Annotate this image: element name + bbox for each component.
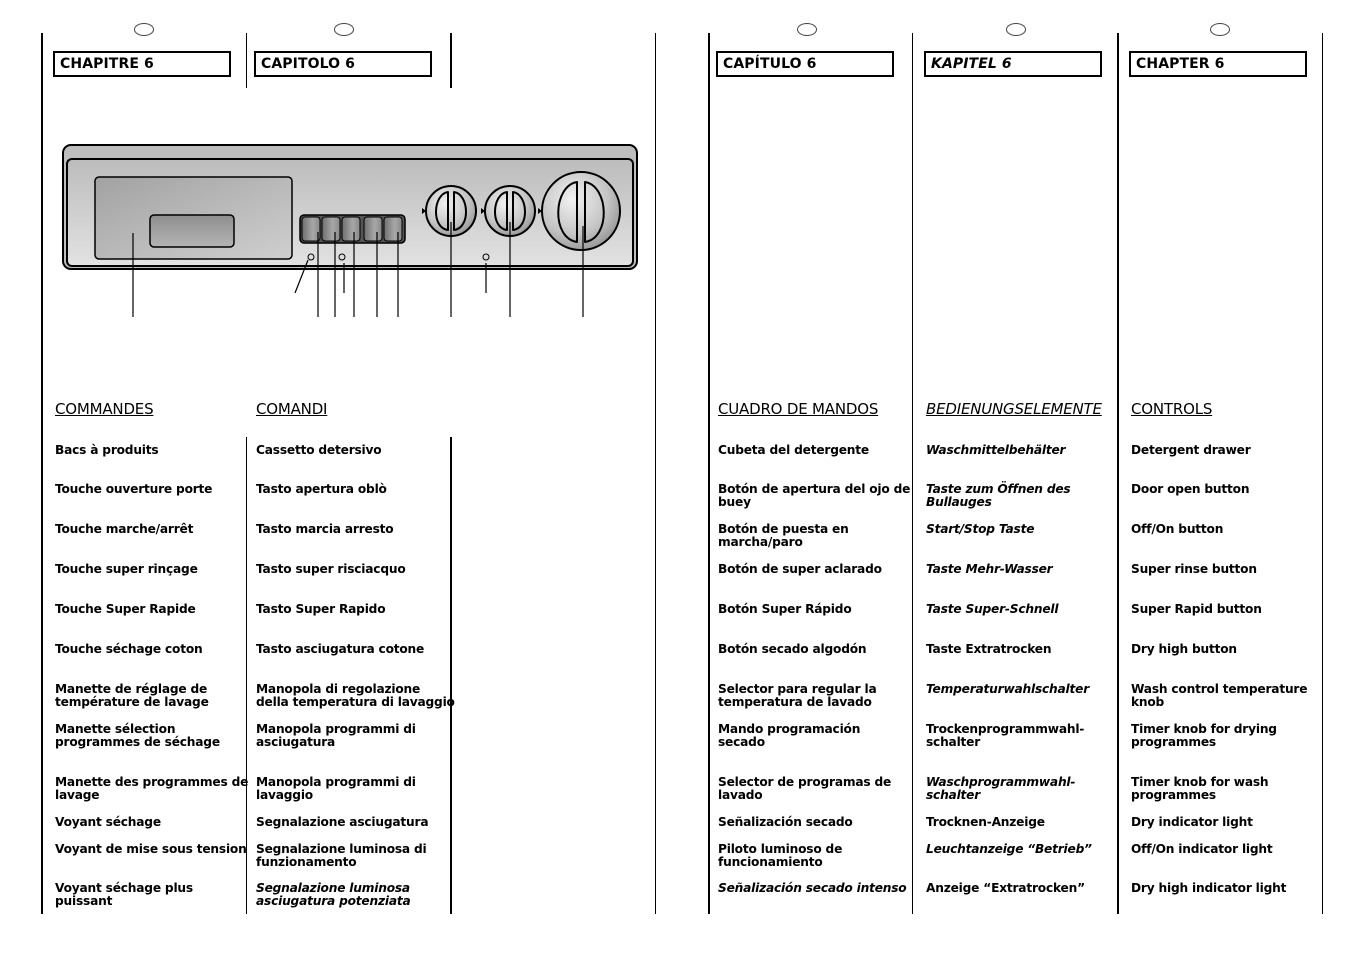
divider-it-top-right bbox=[450, 33, 452, 88]
off-on-button bbox=[321, 216, 341, 242]
dry-high-button bbox=[383, 216, 403, 242]
language-marker-it bbox=[334, 23, 354, 36]
legend-item-it-11: Segnalazione luminosa di funzionamento bbox=[256, 842, 427, 869]
legend-item-fr-3: Touche marche/arrêt bbox=[55, 522, 194, 536]
legend-item-it-4: Tasto super risciacquo bbox=[256, 562, 406, 576]
language-marker-de bbox=[1006, 23, 1026, 36]
legend-item-de-6: Taste Extratrocken bbox=[926, 642, 1052, 656]
divider-it-bottom-right bbox=[450, 437, 452, 914]
legend-item-en-9: Timer knob for wash programmes bbox=[1131, 775, 1269, 802]
legend-item-de-4: Taste Mehr-Wasser bbox=[926, 562, 1053, 576]
legend-item-es-3: Botón de puesta en marcha/paro bbox=[718, 522, 849, 549]
divider-fr-it-top bbox=[246, 33, 247, 88]
chapter-heading-de: KAPITEL 6 bbox=[924, 51, 1102, 77]
off-on-indicator-light bbox=[307, 253, 315, 261]
legend-item-es-6: Botón secado algodón bbox=[718, 642, 867, 656]
chapter-heading-it: CAPITOLO 6 bbox=[254, 51, 432, 77]
chapter-heading-fr: CHAPITRE 6 bbox=[53, 51, 231, 77]
page-left-border bbox=[41, 33, 43, 914]
legend-item-it-1: Cassetto detersivo bbox=[256, 443, 382, 457]
page-gutter-left bbox=[655, 33, 656, 914]
page-right-border bbox=[1322, 33, 1323, 914]
drawer-handle bbox=[149, 214, 235, 248]
legend-item-fr-12: Voyant séchage plus puissant bbox=[55, 881, 193, 908]
legend-item-es-12: Señalización secado intenso bbox=[718, 881, 907, 895]
door-open-button bbox=[301, 216, 321, 242]
language-marker-es bbox=[797, 23, 817, 36]
legend-item-fr-2: Touche ouverture porte bbox=[55, 482, 213, 496]
legend-item-es-11: Piloto luminoso de funcionamiento bbox=[718, 842, 843, 869]
section-title-en: CONTROLS bbox=[1131, 400, 1213, 418]
chapter-heading-en: CHAPTER 6 bbox=[1129, 51, 1307, 77]
legend-item-en-2: Door open button bbox=[1131, 482, 1250, 496]
legend-item-it-3: Tasto marcia arresto bbox=[256, 522, 394, 536]
legend-item-fr-6: Touche séchage coton bbox=[55, 642, 203, 656]
legend-item-en-4: Super rinse button bbox=[1131, 562, 1257, 576]
legend-item-it-7: Manopola di regolazione della temperatura… bbox=[256, 682, 455, 709]
control-panel-diagram bbox=[62, 144, 638, 317]
legend-item-fr-5: Touche Super Rapide bbox=[55, 602, 196, 616]
legend-item-de-12: Anzeige “Extratrocken” bbox=[926, 881, 1085, 895]
legend-item-es-8: Mando programación secado bbox=[718, 722, 861, 749]
legend-item-de-3: Start/Stop Taste bbox=[926, 522, 1035, 536]
divider-es-de bbox=[912, 33, 913, 914]
legend-item-it-5: Tasto Super Rapido bbox=[256, 602, 386, 616]
legend-item-de-5: Taste Super-Schnell bbox=[926, 602, 1059, 616]
legend-item-es-1: Cubeta del detergente bbox=[718, 443, 869, 457]
legend-item-de-2: Taste zum Öffnen des Bullauges bbox=[926, 482, 1071, 509]
language-marker-en bbox=[1210, 23, 1230, 36]
legend-item-es-4: Botón de super aclarado bbox=[718, 562, 882, 576]
section-title-fr: COMMANDES bbox=[55, 400, 154, 418]
chapter-heading-es: CAPÍTULO 6 bbox=[716, 51, 894, 77]
section-title-de: BEDIENUNGSELEMENTE bbox=[926, 400, 1102, 418]
legend-item-es-10: Señalización secado bbox=[718, 815, 853, 829]
page-gutter-right bbox=[708, 33, 710, 914]
legend-item-it-9: Manopola programmi di lavaggio bbox=[256, 775, 416, 802]
legend-item-en-8: Timer knob for drying programmes bbox=[1131, 722, 1277, 749]
legend-item-it-12: Segnalazione luminosa asciugatura potenzi… bbox=[256, 881, 411, 908]
section-title-es: CUADRO DE MANDOS bbox=[718, 400, 879, 418]
legend-item-es-9: Selector de programas de lavado bbox=[718, 775, 892, 802]
super-rapid-button bbox=[363, 216, 383, 242]
legend-item-es-5: Botón Super Rápido bbox=[718, 602, 852, 616]
dry-indicator-light bbox=[482, 253, 490, 261]
legend-item-it-6: Tasto asciugatura cotone bbox=[256, 642, 425, 656]
legend-item-en-11: Off/On indicator light bbox=[1131, 842, 1273, 856]
legend-item-fr-4: Touche super rinçage bbox=[55, 562, 198, 576]
divider-de-en bbox=[1117, 33, 1119, 914]
legend-item-es-7: Selector para regular la temperatura de l… bbox=[718, 682, 877, 709]
legend-item-fr-8: Manette sélection programmes de séchage bbox=[55, 722, 220, 749]
legend-item-fr-9: Manette des programmes de lavage bbox=[55, 775, 249, 802]
legend-item-en-12: Dry high indicator light bbox=[1131, 881, 1287, 895]
legend-item-fr-1: Bacs à produits bbox=[55, 443, 159, 457]
language-marker-fr bbox=[134, 23, 154, 36]
legend-item-de-7: Temperaturwahlschalter bbox=[926, 682, 1090, 696]
legend-item-de-9: Waschprogrammwahl-schalter bbox=[926, 775, 1076, 802]
legend-item-it-10: Segnalazione asciugatura bbox=[256, 815, 429, 829]
legend-item-it-8: Manopola programmi di asciugatura bbox=[256, 722, 416, 749]
dry-high-indicator-light bbox=[338, 253, 346, 261]
legend-item-fr-10: Voyant séchage bbox=[55, 815, 161, 829]
legend-item-fr-7: Manette de réglage de température de lava… bbox=[55, 682, 209, 709]
legend-item-it-2: Tasto apertura oblò bbox=[256, 482, 387, 496]
section-title-it: COMANDI bbox=[256, 400, 328, 418]
legend-item-en-6: Dry high button bbox=[1131, 642, 1237, 656]
legend-item-de-11: Leuchtanzeige “Betrieb” bbox=[926, 842, 1092, 856]
legend-item-en-3: Off/On button bbox=[1131, 522, 1224, 536]
legend-item-en-10: Dry indicator light bbox=[1131, 815, 1253, 829]
legend-item-es-2: Botón de apertura del ojo de buey bbox=[718, 482, 911, 509]
legend-item-fr-11: Voyant de mise sous tension bbox=[55, 842, 247, 856]
legend-item-de-8: Trockenprogrammwahl-schalter bbox=[926, 722, 1085, 749]
legend-item-en-1: Detergent drawer bbox=[1131, 443, 1251, 457]
legend-item-de-1: Waschmittelbehälter bbox=[926, 443, 1066, 457]
legend-item-en-5: Super Rapid button bbox=[1131, 602, 1262, 616]
super-rinse-button bbox=[341, 216, 361, 242]
legend-item-de-10: Trocknen-Anzeige bbox=[926, 815, 1045, 829]
legend-item-en-7: Wash control temperature knob bbox=[1131, 682, 1308, 709]
